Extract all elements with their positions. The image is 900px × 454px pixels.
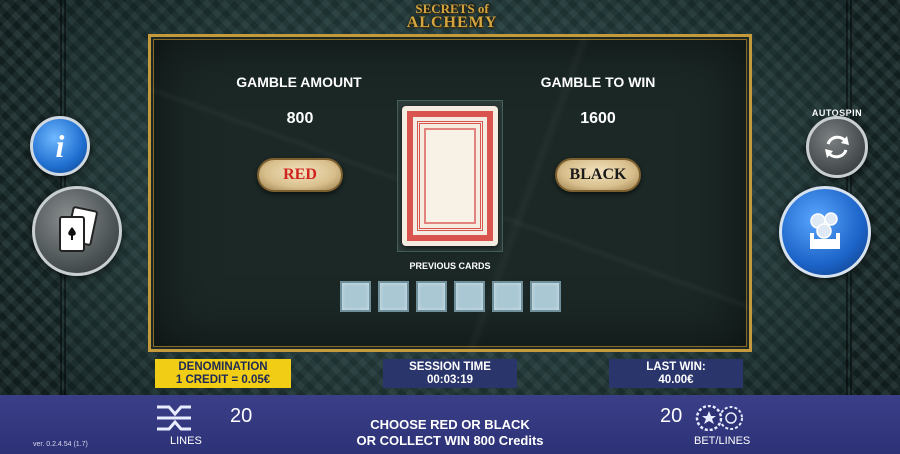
- autospin-button[interactable]: [806, 116, 868, 178]
- status-message-line-1: CHOOSE RED OR BLACK: [370, 417, 530, 432]
- session-time-label: SESSION TIME: [409, 361, 491, 373]
- bet-value: 20: [660, 405, 683, 427]
- gamble-to-win-label: GAMBLE TO WIN: [540, 74, 656, 90]
- game-logo: SECRETS of ALCHEMY: [392, 2, 512, 32]
- last-win-label: LAST WIN:: [646, 361, 706, 373]
- chips-icon[interactable]: [695, 405, 745, 431]
- status-message: CHOOSE RED OR BLACK OR COLLECT WIN 800 C…: [300, 417, 600, 449]
- session-time-box: SESSION TIME 00:03:19: [383, 359, 517, 388]
- red-button[interactable]: RED: [257, 158, 343, 192]
- red-button-label: RED: [283, 166, 317, 183]
- face-down-card: [402, 106, 498, 246]
- last-win-box: LAST WIN: 40.00€: [609, 359, 743, 388]
- denomination-box: DENOMINATION 1 CREDIT = 0.05€: [155, 359, 291, 388]
- black-button[interactable]: BLACK: [555, 158, 641, 192]
- black-button-label: BLACK: [569, 166, 627, 183]
- session-time-value: 00:03:19: [426, 374, 474, 386]
- coins-spin-icon: [810, 212, 840, 249]
- gamble-cards-button[interactable]: [32, 186, 122, 276]
- version-text: ver. 0.2.4.54 (1.7): [33, 441, 88, 448]
- previous-card-slot: [454, 281, 485, 312]
- previous-card-slot: [492, 281, 523, 312]
- logo-line-2: ALCHEMY: [406, 14, 498, 31]
- lines-label: LINES: [170, 435, 202, 447]
- lines-value: 20: [230, 405, 253, 427]
- gamble-amount-value: 800: [286, 110, 314, 127]
- status-message-line-2: OR COLLECT WIN 800 Credits: [356, 433, 544, 448]
- spin-button[interactable]: [779, 186, 871, 278]
- last-win-value: 40.00€: [658, 374, 694, 386]
- playing-cards-icon: [59, 206, 98, 252]
- previous-card-slot: [340, 281, 371, 312]
- lines-logo-icon[interactable]: [155, 404, 193, 432]
- previous-cards: [340, 281, 561, 312]
- bet-lines-label: BET/LINES: [694, 435, 751, 447]
- denomination-label: DENOMINATION: [178, 361, 268, 373]
- autospin-icon: [825, 135, 849, 159]
- previous-cards-label: PREVIOUS CARDS: [409, 261, 491, 271]
- gamble-to-win-value: 1600: [580, 110, 616, 127]
- gamble-amount-label: GAMBLE AMOUNT: [236, 74, 362, 90]
- info-button[interactable]: i: [30, 116, 90, 176]
- info-icon: i: [55, 127, 65, 164]
- previous-card-slot: [378, 281, 409, 312]
- previous-card-slot: [530, 281, 561, 312]
- previous-card-slot: [416, 281, 447, 312]
- denomination-value: 1 CREDIT = 0.05€: [175, 374, 271, 386]
